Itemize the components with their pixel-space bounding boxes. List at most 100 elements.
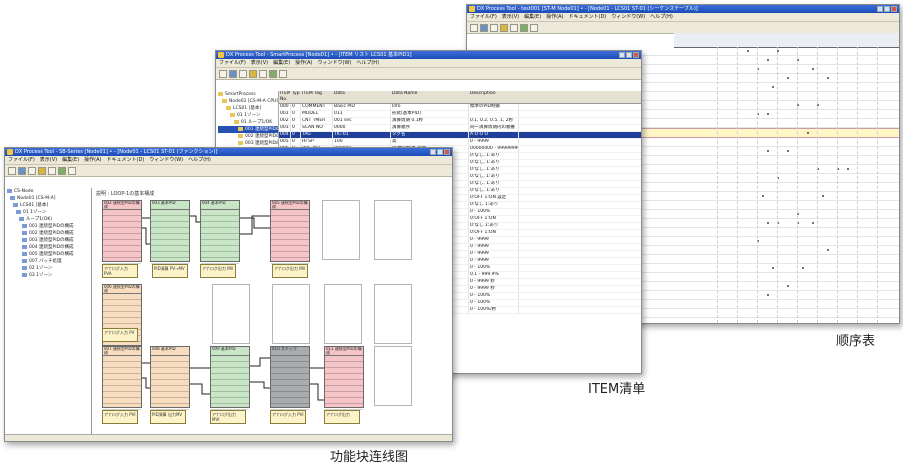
table-cell: 0 - 9999 (469, 237, 519, 243)
menu-item[interactable]: ウィンドウ(W) (318, 60, 352, 66)
menu-item[interactable]: 表示(V) (502, 14, 519, 20)
tree-item[interactable]: Node01 [CS-M-A CPU01] (218, 98, 278, 105)
column-header[interactable]: ITEM Tag (301, 91, 333, 103)
column-header[interactable]: Data Name (391, 91, 469, 103)
new-icon[interactable] (8, 166, 16, 175)
menu-item[interactable]: ウィンドウ(W) (149, 157, 183, 163)
menu-item[interactable]: 表示(V) (40, 157, 57, 163)
tree-item[interactable]: 01 1ゾーン (7, 209, 89, 216)
cut-icon[interactable] (249, 69, 257, 78)
tree-item[interactable]: ループ1(OK) (7, 216, 89, 223)
close-icon[interactable] (633, 52, 639, 58)
paste-icon[interactable] (269, 69, 277, 78)
tree-item[interactable]: Node01 [CS-M-A] (7, 195, 89, 202)
save-icon[interactable] (229, 69, 237, 78)
sequence-mark (747, 50, 749, 52)
menu-item[interactable]: ファイル(F) (219, 60, 246, 66)
tree-item[interactable]: 001 連続型PIDの構成 (7, 223, 89, 230)
minimize-icon[interactable] (430, 149, 436, 155)
menu-item[interactable]: 編集(E) (62, 157, 79, 163)
column-header[interactable]: Description (469, 91, 519, 103)
print-icon[interactable] (490, 23, 498, 32)
column-header[interactable]: Data (333, 91, 391, 103)
maximize-icon[interactable] (884, 6, 890, 12)
table-row[interactable]: 005 0 HI SP 100 高 0 - 9999 (279, 139, 641, 146)
tree-item[interactable]: 002 連続型PIDの構成 (7, 230, 89, 237)
status-bar (5, 434, 452, 441)
fb-window-titlebar[interactable]: DX Process Tool - SB-Series [Node01] • -… (5, 148, 452, 156)
print-icon[interactable] (239, 69, 247, 78)
tree-item[interactable]: 01 ループ1/OK (218, 119, 278, 126)
table-cell: 0 - 9999 秒 (469, 286, 519, 292)
table-row[interactable]: 000 0 COMMENT Basic PID Info 標準のPID制御 (279, 104, 641, 111)
sequence-mark (807, 132, 809, 134)
paste-icon[interactable] (520, 23, 528, 32)
minimize-icon[interactable] (877, 6, 883, 12)
sequence-window-titlebar[interactable]: DX Process Tool - test001 [ST-M Node01] … (467, 5, 899, 13)
item-window-titlebar[interactable]: DX Process Tool - SmartProcess [Node01] … (216, 51, 641, 59)
tree-item[interactable]: CS-Node (7, 188, 89, 195)
menu-item[interactable]: 表示(V) (251, 60, 268, 66)
menu-item[interactable]: ファイル(F) (8, 157, 35, 163)
close-icon[interactable] (444, 149, 450, 155)
copy-icon[interactable] (48, 166, 56, 175)
help-icon[interactable] (68, 166, 76, 175)
tree-item[interactable]: 003 連続型PIDの構成 (218, 140, 278, 147)
tree-item[interactable]: 005 連続型PIDの構成 (7, 251, 89, 258)
tree-item[interactable]: 004 連続型PIDの構成 (7, 244, 89, 251)
tree-item[interactable]: 003 連続型PIDの構成 (7, 237, 89, 244)
cut-icon[interactable] (38, 166, 46, 175)
maximize-icon[interactable] (626, 52, 632, 58)
table-row[interactable]: 001 0 MODEL 011 形式(基本PID) (279, 111, 641, 118)
tree-item[interactable]: 001 連続型PIDの構成 (218, 126, 278, 133)
new-icon[interactable] (219, 69, 227, 78)
copy-icon[interactable] (510, 23, 518, 32)
sequence-mark (772, 267, 774, 269)
help-icon[interactable] (279, 69, 287, 78)
table-cell: 0 (291, 111, 301, 117)
menu-item[interactable]: ウィンドウ(W) (611, 14, 645, 20)
menu-item[interactable]: ヘルプ(H) (650, 14, 673, 20)
minimize-icon[interactable] (619, 52, 625, 58)
table-row[interactable]: 002 0 CNT TMER 001 sec 演算周期 0.1秒 0.1, 0.2, 0… (279, 118, 641, 125)
table-cell: 演算周期 0.1秒 (391, 118, 469, 124)
menu-item[interactable]: 操作(A) (295, 60, 312, 66)
column-header[interactable]: Type (291, 91, 301, 103)
save-icon[interactable] (480, 23, 488, 32)
table-row[interactable]: 003 0 SCAN NO 0000 演算順序 同一演算周期内の順番 (279, 125, 641, 132)
menu-item[interactable]: 編集(E) (524, 14, 541, 20)
sequence-mark (787, 285, 789, 287)
table-row[interactable]: 004 0 TAG TIC-01 タグ名 A O O O (279, 132, 641, 139)
tree-item[interactable]: 02 1ゾーン (7, 265, 89, 272)
tree-item[interactable]: 007 バッチ処理 (7, 258, 89, 265)
menu-item[interactable]: ヘルプ(H) (356, 60, 379, 66)
tree-item[interactable]: LCS01 [基本] (218, 105, 278, 112)
menu-item[interactable]: ヘルプ(H) (188, 157, 211, 163)
print-icon[interactable] (28, 166, 36, 175)
tree-item[interactable]: 03 1ゾーン (7, 272, 89, 279)
fb-canvas[interactable]: 説明 : LOOP-1の基本構成 002 連続型PIDの構成 003 基本PID 0… (91, 188, 452, 435)
help-icon[interactable] (530, 23, 538, 32)
menu-item[interactable]: 編集(E) (273, 60, 290, 66)
menu-item[interactable]: ファイル(F) (470, 14, 497, 20)
sequence-mark (762, 195, 764, 197)
close-icon[interactable] (891, 6, 897, 12)
tree-item[interactable]: LCS01 [基本] (7, 202, 89, 209)
save-icon[interactable] (18, 166, 26, 175)
menu-item[interactable]: 操作(A) (546, 14, 563, 20)
menu-item[interactable]: 操作(A) (84, 157, 101, 163)
cut-icon[interactable] (500, 23, 508, 32)
new-icon[interactable] (470, 23, 478, 32)
tree-item[interactable]: 002 連続型PIDの構成 (218, 133, 278, 140)
table-cell: 高 (391, 139, 469, 145)
column-header[interactable]: ITEM No. (279, 91, 291, 103)
copy-icon[interactable] (259, 69, 267, 78)
tree-item[interactable]: SmartProcess (218, 91, 278, 98)
table-cell: 0:OFF 1:ON (469, 230, 519, 236)
menu-item[interactable]: ドキュメント(D) (107, 157, 145, 163)
table-cell: 0 - 9999 (469, 258, 519, 264)
menu-item[interactable]: ドキュメント(D) (569, 14, 607, 20)
paste-icon[interactable] (58, 166, 66, 175)
maximize-icon[interactable] (437, 149, 443, 155)
tree-item[interactable]: 01 1ゾーン (218, 112, 278, 119)
